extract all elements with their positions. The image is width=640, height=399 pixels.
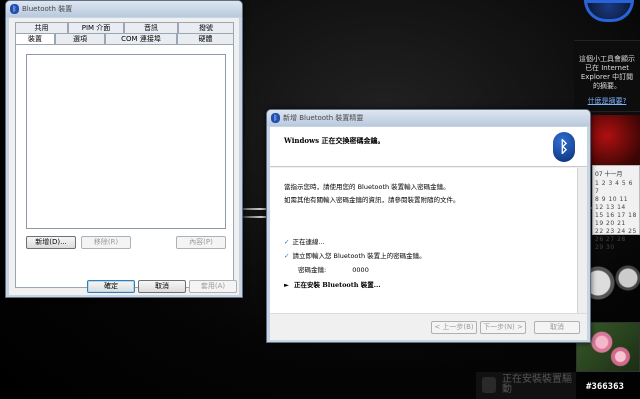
wizard-body: 當指示您時，請使用您的 Bluetooth 裝置輸入密碼金鑰。 如需其他有關輸入… xyxy=(270,168,587,313)
properties-button[interactable]: 內容(P) xyxy=(176,236,226,249)
vertical-scrollbar[interactable] xyxy=(577,168,587,313)
ok-button[interactable]: 確定 xyxy=(87,280,135,293)
calendar-row: 1 2 3 4 5 6 7 xyxy=(595,180,633,195)
calendar-row: 8 9 10 11 12 13 14 xyxy=(595,196,629,211)
feed-headlines-gadget[interactable]: 這個小工具會顯示已在 Internet Explorer 中訂閱的摘要。 什麼是… xyxy=(574,40,640,112)
cancel-button[interactable]: 取消 xyxy=(534,321,580,334)
step-connecting: ✓ 正在連線... xyxy=(284,236,325,246)
tab-audio[interactable]: 音訊 xyxy=(124,22,178,33)
feed-gadget-link[interactable]: 什麼是摘要? xyxy=(578,97,636,106)
add-bluetooth-device-wizard: ᛒ 新增 Bluetooth 裝置精靈 Windows 正在交換密碼金鑰。 ᛒ … xyxy=(266,109,591,343)
devices-tab-panel: 新增(D)... 移除(R) 內容(P) xyxy=(15,44,234,288)
bluetooth-icon: ᛒ xyxy=(10,4,19,14)
device-icon xyxy=(482,377,496,393)
checkmark-icon: ✓ xyxy=(284,238,290,246)
notification-balloon: 正在安裝裝置驅動 xyxy=(476,372,576,399)
next-button[interactable]: 下一步(N) > xyxy=(480,321,526,334)
tab-options[interactable]: 選項 xyxy=(55,33,105,44)
tab-com-ports[interactable]: COM 連接埠 xyxy=(105,33,177,44)
tab-row-top: 共用 PIM 介面 音訊 撥號 xyxy=(15,22,234,33)
device-list[interactable] xyxy=(26,54,226,229)
wizard-footer: < 上一步(B) 下一步(N) > 取消 xyxy=(270,313,587,340)
calendar-gadget[interactable]: 07 十一月 1 2 3 4 5 6 7 8 9 10 11 12 13 14 … xyxy=(592,165,640,251)
add-device-button[interactable]: 新增(D)... xyxy=(26,236,76,249)
checkmark-icon: ✓ xyxy=(284,252,290,260)
window-client: Windows 正在交換密碼金鑰。 ᛒ 當指示您時，請使用您的 Bluetoot… xyxy=(270,127,587,340)
passkey-label: 密碼金鑰: xyxy=(298,266,327,274)
apply-button[interactable]: 套用(A) xyxy=(189,280,237,293)
tab-dialup[interactable]: 撥號 xyxy=(178,22,234,33)
step-enter-passkey: ✓ 請立即輸入您 Bluetooth 裝置上的密碼金鑰。 xyxy=(284,250,426,260)
window-title: Bluetooth 裝置 xyxy=(22,5,73,13)
wizard-header: Windows 正在交換密碼金鑰。 ᛒ xyxy=(270,127,587,167)
tab-hardware[interactable]: 硬體 xyxy=(177,33,234,44)
wizard-heading: Windows 正在交換密碼金鑰。 xyxy=(284,136,385,145)
window-titlebar[interactable]: ᛒ 新增 Bluetooth 裝置精靈 xyxy=(267,110,590,126)
calendar-row: 15 16 17 18 19 20 21 xyxy=(595,212,637,227)
instruction-line: 如需其他有關輸入密碼金鑰的資訊，請參閱裝置附隨的文件。 xyxy=(284,196,460,204)
calendar-row: 29 30 xyxy=(595,244,615,251)
tab-sharing[interactable]: 共用 xyxy=(15,22,68,33)
watermark: #366363 xyxy=(586,382,624,392)
window-titlebar[interactable]: ᛒ Bluetooth 裝置 xyxy=(6,1,242,17)
passkey-row: 密碼金鑰: 0000 xyxy=(298,264,369,274)
bluetooth-devices-window: ᛒ Bluetooth 裝置 共用 PIM 介面 音訊 撥號 裝置 選項 COM… xyxy=(5,0,243,298)
step-label: 正在安裝 Bluetooth 裝置... xyxy=(294,281,381,289)
step-label: 正在連線... xyxy=(292,238,325,246)
feed-gadget-message: 這個小工具會顯示已在 Internet Explorer 中訂閱的摘要。 xyxy=(579,55,635,90)
window-client: 共用 PIM 介面 音訊 撥號 裝置 選項 COM 連接埠 硬體 新增(D)..… xyxy=(9,18,239,295)
calendar-row: 22 23 24 25 26 27 28 xyxy=(595,228,637,243)
window-title: 新增 Bluetooth 裝置精靈 xyxy=(283,114,364,122)
bluetooth-logo-icon: ᛒ xyxy=(553,132,575,162)
back-button[interactable]: < 上一步(B) xyxy=(431,321,477,334)
cancel-button[interactable]: 取消 xyxy=(138,280,186,293)
arrow-right-icon: ► xyxy=(284,281,289,289)
instruction-line: 當指示您時，請使用您的 Bluetooth 裝置輸入密碼金鑰。 xyxy=(284,183,450,191)
calendar-month: 07 十一月 xyxy=(595,171,623,178)
notification-text: 正在安裝裝置驅動 xyxy=(502,374,572,395)
tab-pim[interactable]: PIM 介面 xyxy=(68,22,124,33)
step-installing: ► 正在安裝 Bluetooth 裝置... xyxy=(284,279,381,289)
remove-device-button[interactable]: 移除(R) xyxy=(81,236,131,249)
calendar-grid: 1 2 3 4 5 6 7 8 9 10 11 12 13 14 15 16 1… xyxy=(595,180,637,252)
passkey-value: 0000 xyxy=(352,266,369,274)
bluetooth-icon: ᛒ xyxy=(271,113,280,123)
step-label: 請立即輸入您 Bluetooth 裝置上的密碼金鑰。 xyxy=(292,252,426,260)
